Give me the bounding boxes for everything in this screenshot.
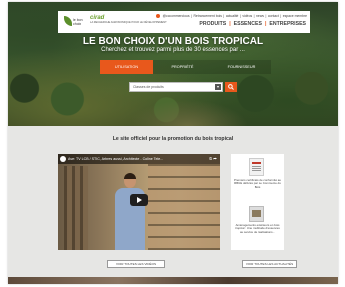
news-thumbnail[interactable]: [249, 158, 264, 176]
hero-banner: le bon choix cirad LA RECHERCHE AGRONOMI…: [8, 2, 338, 126]
top-link[interactable]: vidéos: [242, 14, 252, 18]
top-link[interactable]: contact: [268, 14, 279, 18]
share-icon[interactable]: ⏲ ➦: [209, 156, 217, 161]
news-caption[interactable]: Premiers certificats de conformité au RB…: [234, 178, 281, 189]
channel-logo-icon: [60, 156, 66, 162]
cirad-logo-tagline: LA RECHERCHE AGRONOMIQUE POUR LE DÉVELOP…: [90, 21, 167, 24]
product-class-select[interactable]: Classes de produits ▾: [129, 82, 223, 92]
webpage: le bon choix cirad LA RECHERCHE AGRONOMI…: [8, 2, 338, 284]
hero-subtitle: Cherchez et trouvez parmi plus de 30 ess…: [101, 47, 245, 53]
top-link[interactable]: actualité: [226, 14, 239, 18]
all-news-button[interactable]: VOIR TOUTES LES ACTUALITÉS: [242, 260, 297, 268]
video-scene: [148, 154, 220, 250]
news-panel: Premiers certificats de conformité au RB…: [231, 154, 284, 250]
video-player[interactable]: Ave: TV LCB / STIC, Arbres aussi, Archit…: [58, 154, 220, 250]
social-icon[interactable]: [156, 14, 161, 19]
select-value: Classes de produits: [133, 85, 164, 89]
main-nav: PRODUITS | ESSENCES | ENTREPRISES: [199, 21, 306, 27]
play-button[interactable]: [130, 194, 148, 206]
video-title[interactable]: Ave: TV LCB / STIC, Arbres aussi, Archit…: [68, 157, 163, 161]
top-link[interactable]: @cccommercious: [163, 14, 190, 18]
tab-fournisseur[interactable]: FOURNISSEUR: [212, 60, 271, 74]
site-logo[interactable]: le bon choix: [64, 15, 86, 27]
section-title: Le site officiel pour la promotion du bo…: [112, 136, 234, 142]
chevron-down-icon: ▾: [215, 84, 221, 90]
footer-image-strip: [8, 277, 338, 284]
content-section: Le site officiel pour la promotion du bo…: [8, 126, 338, 284]
leaf-icon: [64, 16, 72, 26]
video-speaker: [115, 173, 145, 250]
header-bar: le bon choix cirad LA RECHERCHE AGRONOMI…: [58, 11, 310, 33]
news-caption[interactable]: Aménagements extérieurs en bois tropical…: [234, 223, 281, 234]
top-link[interactable]: espace membre: [283, 14, 307, 18]
nav-essences[interactable]: ESSENCES: [234, 21, 262, 27]
video-scene: [64, 166, 88, 250]
video-title-bar: Ave: TV LCB / STIC, Arbres aussi, Archit…: [58, 154, 220, 164]
tab-utilisation[interactable]: UTILISATION: [100, 60, 153, 74]
site-logo-text: le bon choix: [73, 18, 83, 26]
search-button[interactable]: [225, 82, 237, 92]
top-link[interactable]: Retrancement bois: [193, 14, 221, 18]
top-links: @cccommercious | Retrancement bois | actuali…: [141, 14, 307, 19]
top-link[interactable]: news: [256, 14, 264, 18]
hero-title: LE BON CHOIX D'UN BOIS TROPICAL: [82, 36, 264, 47]
search-icon: [228, 84, 234, 90]
all-videos-button[interactable]: VOIR TOUTES LES VIDÉOS: [107, 260, 165, 268]
river-background: [128, 100, 248, 126]
tab-propriete[interactable]: PROPRIÉTÉ: [153, 60, 212, 74]
nav-entreprises[interactable]: ENTREPRISES: [269, 21, 306, 27]
nav-produits[interactable]: PRODUITS: [199, 21, 226, 27]
news-thumbnail[interactable]: [249, 206, 264, 222]
